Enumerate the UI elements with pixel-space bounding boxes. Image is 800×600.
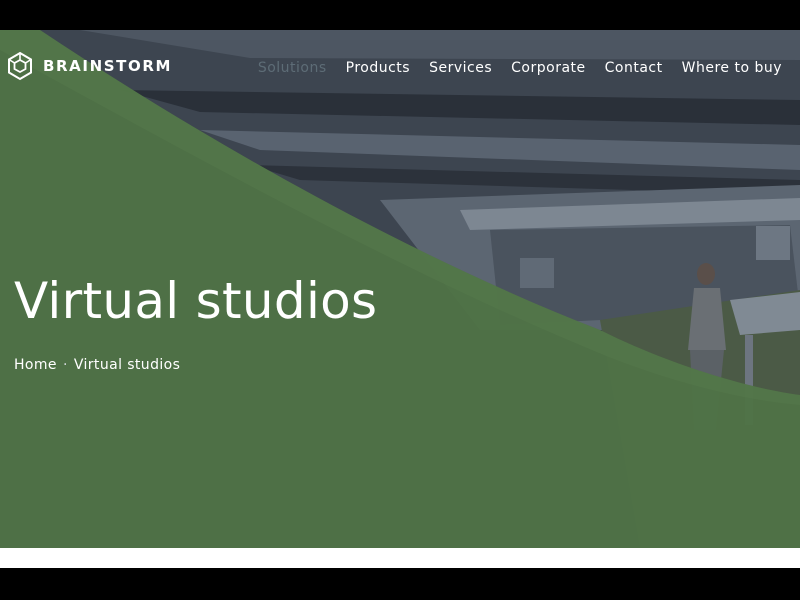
breadcrumb-current: Virtual studios xyxy=(73,357,181,373)
nav-item-solutions[interactable]: Solutions xyxy=(258,60,327,76)
nav-item-contact[interactable]: Contact xyxy=(605,60,663,76)
nav-item-where-to-buy[interactable]: Where to buy xyxy=(682,60,782,76)
brand-logo-link[interactable]: BRAINSTORM xyxy=(6,51,172,81)
content-start-strip xyxy=(0,548,800,568)
main-nav: Solutions Products Services Corporate Co… xyxy=(258,60,782,76)
brand-name: BRAINSTORM xyxy=(43,57,172,75)
nav-item-services[interactable]: Services xyxy=(429,60,492,76)
nav-item-corporate[interactable]: Corporate xyxy=(511,60,586,76)
breadcrumb: Home · Virtual studios xyxy=(14,357,180,373)
breadcrumb-home-link[interactable]: Home xyxy=(14,357,57,373)
bottom-black-bar xyxy=(0,568,800,600)
top-black-bar xyxy=(0,0,800,30)
nav-item-products[interactable]: Products xyxy=(346,60,410,76)
page-title: Virtual studios xyxy=(14,272,378,330)
brainstorm-logo-icon xyxy=(8,51,32,81)
breadcrumb-separator: · xyxy=(62,357,68,373)
page: BRAINSTORM Solutions Products Services C… xyxy=(0,0,800,600)
